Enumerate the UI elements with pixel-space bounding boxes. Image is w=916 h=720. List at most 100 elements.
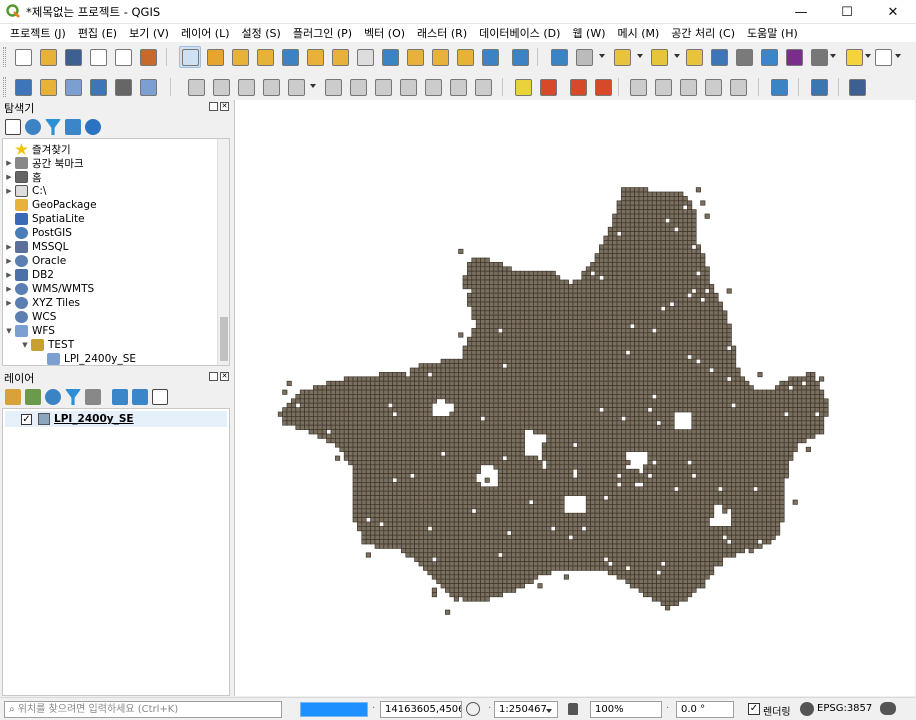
expand-arrow-icon[interactable]: ▼ [5, 327, 13, 335]
maximize-button[interactable]: ☐ [824, 0, 870, 24]
browser-item-1[interactable]: ▶ 공간 북마크 [5, 156, 84, 170]
python-console-button[interactable] [808, 76, 830, 98]
modify-attributes-button[interactable] [322, 76, 344, 98]
expand-arrow-icon[interactable]: ▶ [5, 159, 13, 167]
browser-item-8[interactable]: ▶ Oracle [5, 254, 66, 268]
scrollbar-thumb[interactable] [220, 317, 228, 361]
select-value-button[interactable] [648, 46, 670, 68]
menu-item-2[interactable]: 보기 (V) [123, 25, 175, 41]
style-manager-icon[interactable] [5, 389, 21, 405]
zoom-layer-button[interactable] [329, 46, 351, 68]
select-feature-button[interactable] [611, 46, 633, 68]
expand-arrow-icon[interactable]: ▶ [5, 173, 13, 181]
field-calc-button[interactable] [733, 46, 755, 68]
expand-arrow-icon[interactable]: ▶ [5, 299, 13, 307]
menu-item-8[interactable]: 데이터베이스 (D) [473, 25, 566, 41]
browser-item-9[interactable]: ▶ DB2 [5, 268, 54, 282]
browser-item-0[interactable]: 즐겨찾기 [5, 142, 71, 156]
float-panel-icon[interactable] [209, 372, 218, 381]
menu-item-4[interactable]: 설정 (S) [236, 25, 287, 41]
menu-item-5[interactable]: 플러그인 (P) [287, 25, 358, 41]
expand-arrow-icon[interactable]: ▶ [5, 285, 13, 293]
copy-features-button[interactable] [397, 76, 419, 98]
add-vector-button[interactable] [37, 76, 59, 98]
add-wfs-button[interactable] [62, 76, 84, 98]
cut-features-button[interactable] [372, 76, 394, 98]
save-as-button[interactable] [87, 46, 109, 68]
menu-item-1[interactable]: 편집 (E) [72, 25, 123, 41]
zoom-out-button[interactable] [254, 46, 276, 68]
collapse-all-icon[interactable] [65, 119, 81, 135]
zoom-next-button[interactable] [404, 46, 426, 68]
save-project-button[interactable] [62, 46, 84, 68]
layer-label-button[interactable] [537, 76, 559, 98]
close-panel-icon[interactable]: ✕ [220, 372, 229, 381]
map-canvas[interactable] [234, 100, 915, 696]
text-annotation-button[interactable] [872, 46, 894, 68]
digitize-button[interactable] [260, 76, 282, 98]
add-delimited-button[interactable] [87, 76, 109, 98]
filter-legend-icon[interactable] [65, 389, 81, 405]
new-project-button[interactable] [12, 46, 34, 68]
toolbar-grip[interactable] [3, 77, 6, 97]
processing-toolbox-button[interactable] [758, 46, 780, 68]
expand-arrow-icon[interactable]: ▶ [5, 257, 13, 265]
expand-arrow-icon[interactable]: ▶ [5, 271, 13, 279]
hidden-label-button[interactable] [727, 76, 749, 98]
browser-item-7[interactable]: ▶ MSSQL [5, 240, 69, 254]
menu-item-6[interactable]: 벡터 (O) [358, 25, 411, 41]
minimize-button[interactable]: — [778, 0, 824, 24]
refresh-map-button[interactable] [509, 46, 531, 68]
zoom-in-button[interactable] [229, 46, 251, 68]
add-virtual-button[interactable] [137, 76, 159, 98]
pin-label-button[interactable] [567, 76, 589, 98]
map-tips-button[interactable] [843, 46, 865, 68]
browser-item-11[interactable]: ▶ XYZ Tiles [5, 296, 80, 310]
current-edits-button[interactable] [185, 76, 207, 98]
dropdown-arrow-icon[interactable] [895, 54, 901, 58]
show-label-button[interactable] [592, 76, 614, 98]
pan-to-selection-button[interactable] [204, 46, 226, 68]
show-bookmarks-button[interactable] [454, 46, 476, 68]
attribute-table-button[interactable] [708, 46, 730, 68]
map-themes-icon[interactable] [45, 389, 61, 405]
change-label-button[interactable] [677, 76, 699, 98]
menu-item-7[interactable]: 래스터 (R) [411, 25, 473, 41]
menu-item-12[interactable]: 도움말 (H) [741, 25, 804, 41]
browser-item-10[interactable]: ▶ WMS/WMTS [5, 282, 94, 296]
zoom-last-button[interactable] [379, 46, 401, 68]
browser-item-4[interactable]: GeoPackage [5, 198, 97, 212]
paste-features-button[interactable] [422, 76, 444, 98]
close-panel-icon[interactable]: ✕ [220, 102, 229, 111]
browser-scrollbar[interactable] [217, 139, 229, 365]
identify-button[interactable] [548, 46, 570, 68]
move-label-button[interactable] [627, 76, 649, 98]
pan-button[interactable] [179, 46, 201, 68]
new-bookmark-button[interactable] [429, 46, 451, 68]
browser-item-12[interactable]: WCS [5, 310, 56, 324]
vertex-tool-button[interactable] [285, 76, 307, 98]
layer-row[interactable]: ✓ LPI_2400y_SE [5, 411, 227, 427]
add-group-icon[interactable] [25, 389, 41, 405]
zoom-selection-button[interactable] [304, 46, 326, 68]
refresh-icon[interactable] [25, 119, 41, 135]
rotate-label-button[interactable] [652, 76, 674, 98]
browser-item-15[interactable]: LPI_2400y_SE [37, 352, 136, 365]
data-source-manager-button[interactable] [12, 76, 34, 98]
expand-arrow-icon[interactable]: ▼ [21, 341, 29, 349]
deselect-button[interactable] [683, 46, 705, 68]
style-manager-button[interactable] [137, 46, 159, 68]
collapse-all-icon[interactable] [132, 389, 148, 405]
redo-button[interactable] [472, 76, 494, 98]
browser-item-2[interactable]: ▶ 홈 [5, 170, 42, 184]
close-button[interactable]: ✕ [870, 0, 916, 24]
filter-icon[interactable] [45, 119, 61, 135]
statistics-sum-button[interactable] [783, 46, 805, 68]
menu-item-10[interactable]: 메시 (M) [611, 25, 665, 41]
dropdown-arrow-icon[interactable] [674, 54, 680, 58]
delete-selected-button[interactable] [347, 76, 369, 98]
expand-arrow-icon[interactable]: ▶ [5, 243, 13, 251]
undo-button[interactable] [447, 76, 469, 98]
open-project-button[interactable] [37, 46, 59, 68]
dropdown-arrow-icon[interactable] [637, 54, 643, 58]
